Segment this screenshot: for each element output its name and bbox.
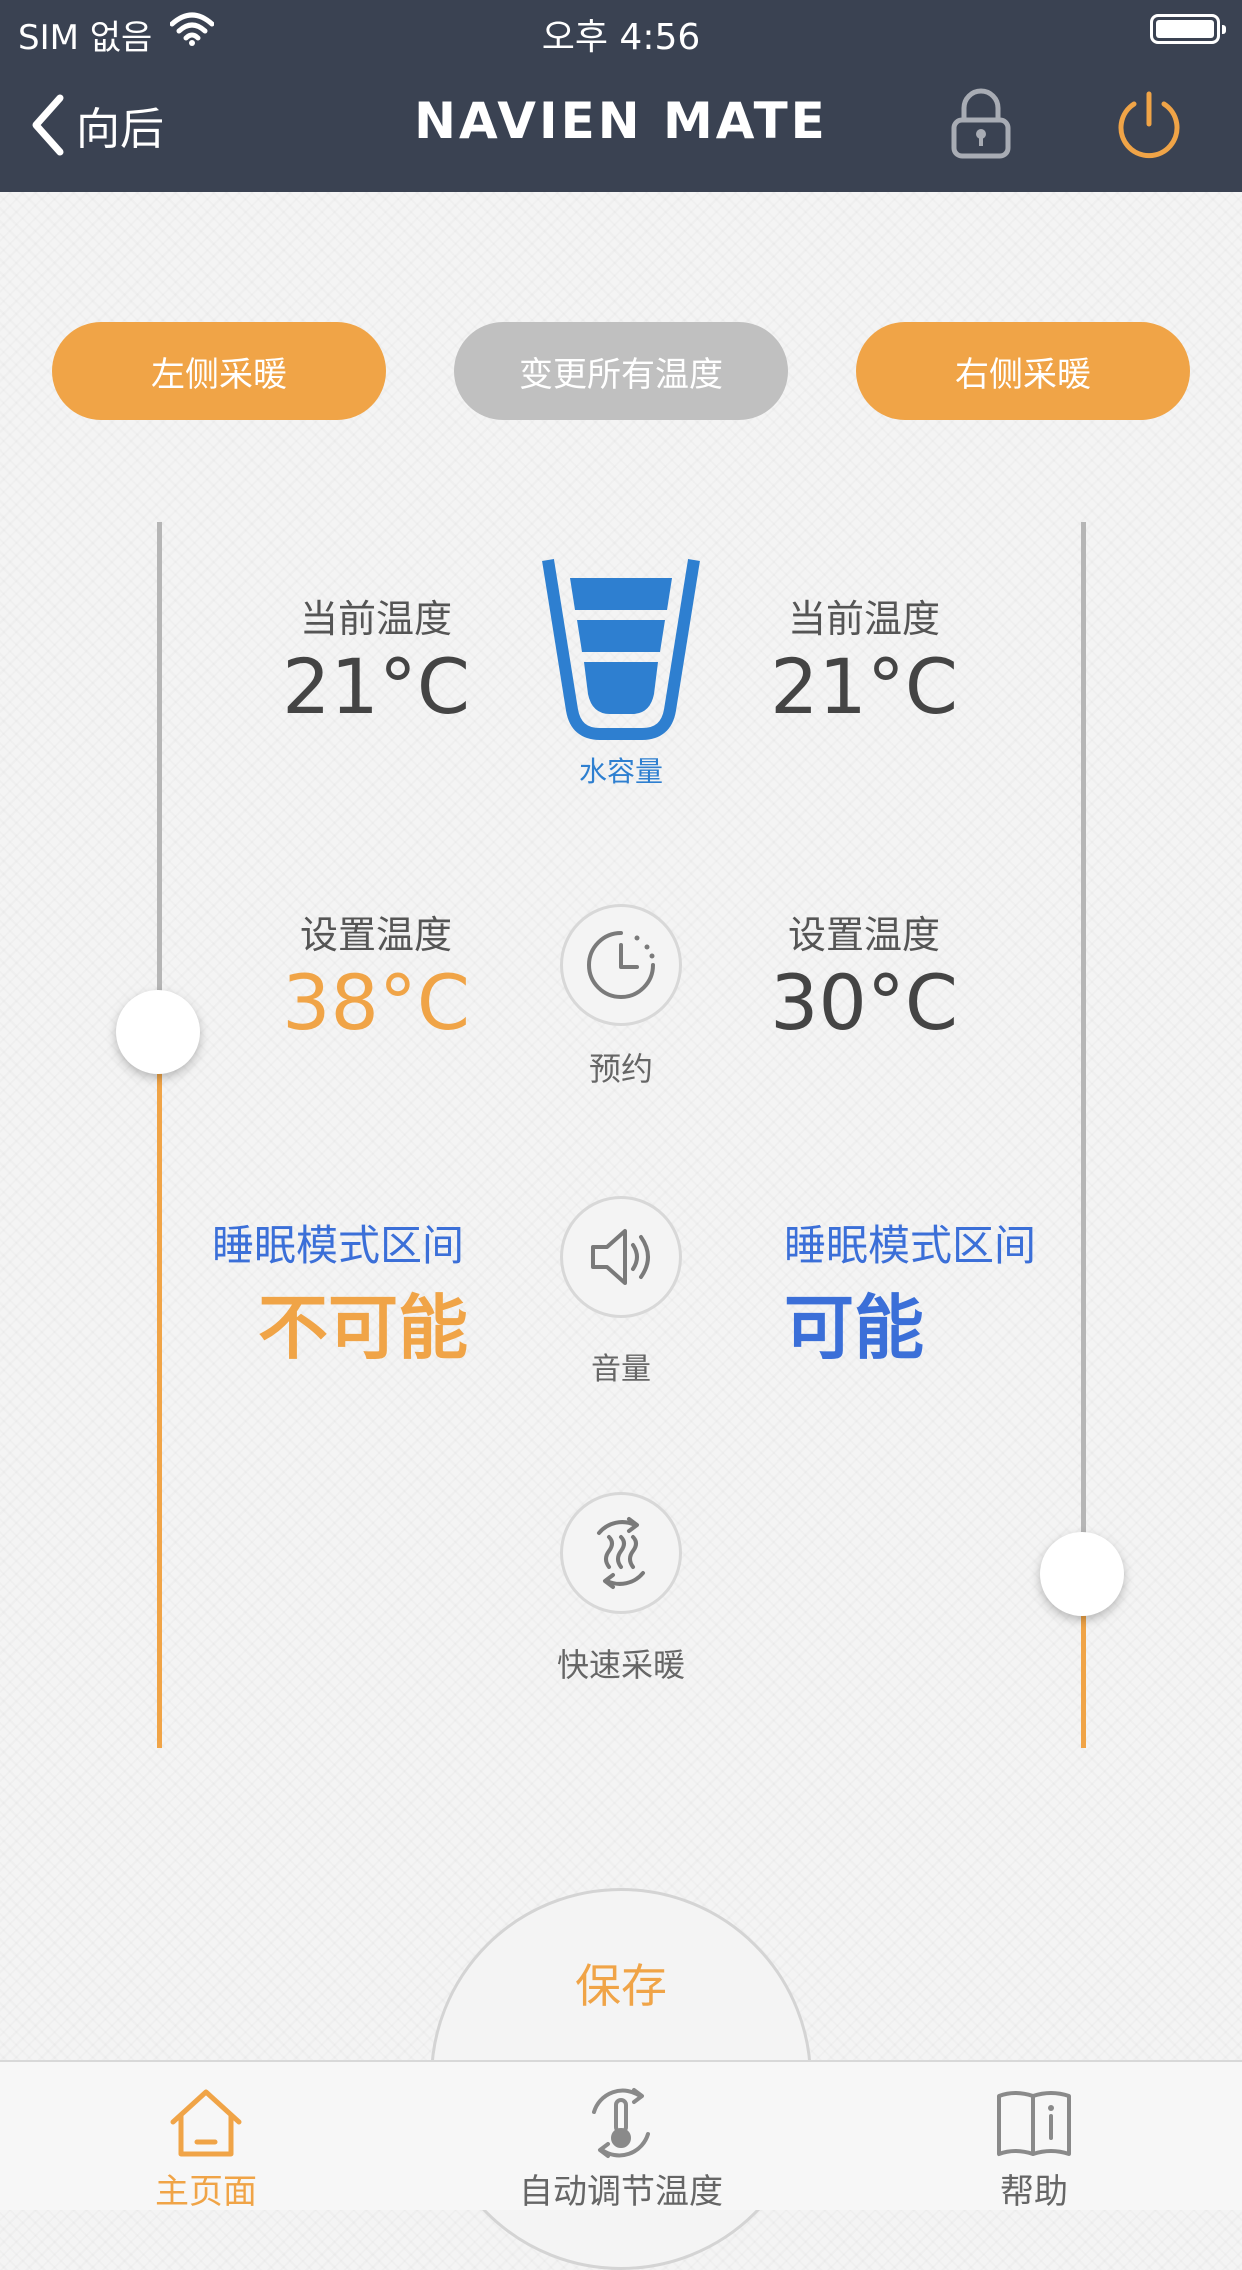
right-sleep-mode-label: 睡眠模式区间 [784, 1221, 1037, 1270]
left-slider-track-lower[interactable] [157, 1034, 162, 1748]
tab-help[interactable]: 帮助 [934, 2062, 1134, 2212]
left-sleep-mode-value: 不可能 [258, 1287, 468, 1369]
tab-bar: 主页面 自动调节温度 帮助 [0, 2060, 1242, 2212]
right-set-temp: 30°C [770, 958, 958, 1047]
tab-auto-temperature-label: 自动调节温度 [519, 2172, 723, 2212]
speaker-icon [591, 1229, 650, 1285]
water-capacity-label: 水容量 [578, 755, 663, 788]
schedule-button[interactable] [560, 904, 682, 1026]
right-heating-button[interactable]: 右侧采暖 [856, 322, 1190, 420]
change-all-temp-button[interactable]: 变更所有温度 [454, 322, 788, 420]
tab-auto-temperature[interactable]: 自动调节温度 [471, 2062, 771, 2212]
help-book-icon [995, 2086, 1073, 2160]
left-slider-thumb[interactable] [116, 990, 200, 1074]
status-time: 오후 4:56 [541, 17, 701, 58]
battery-icon [1150, 14, 1226, 44]
navien-mate-logo: NAVIEN MATE [414, 92, 828, 150]
right-sleep-mode-value: 可能 [784, 1287, 924, 1369]
left-set-temp-label: 设置温度 [299, 913, 452, 957]
left-current-temp: 21°C [282, 642, 470, 731]
left-current-temp-label: 当前温度 [299, 597, 452, 641]
tab-home[interactable]: 主页面 [106, 2062, 306, 2212]
thermometer-icon [582, 2086, 660, 2160]
lock-icon [951, 88, 1011, 159]
right-set-temp-label: 设置温度 [787, 913, 940, 957]
right-current-temp: 21°C [770, 642, 958, 731]
clock-icon [587, 931, 655, 999]
left-heating-button[interactable]: 左侧采暖 [52, 322, 386, 420]
quick-heating-button[interactable] [560, 1492, 682, 1614]
home-icon [167, 2086, 245, 2160]
quick-heat-icon [597, 1517, 645, 1589]
volume-button[interactable] [560, 1196, 682, 1318]
save-label: 保存 [575, 1959, 667, 2013]
power-button[interactable] [1114, 90, 1184, 160]
schedule-label: 预约 [588, 1050, 653, 1088]
left-slider-track-upper[interactable] [157, 522, 162, 1034]
right-current-temp-label: 当前温度 [787, 597, 940, 641]
volume-label: 音量 [591, 1352, 651, 1387]
left-set-temp: 38°C [282, 958, 470, 1047]
right-slider-track-upper[interactable] [1081, 522, 1086, 1574]
top-bar: SIM 없음 오후 4:56 向后 NAVIEN MATE [0, 0, 1242, 192]
left-sleep-mode-label: 睡眠模式区间 [212, 1221, 465, 1270]
water-cup-icon [542, 559, 700, 740]
lock-button[interactable] [948, 88, 1014, 160]
tab-help-label: 帮助 [1000, 2172, 1068, 2212]
water-capacity-button[interactable] [540, 554, 702, 744]
power-icon [1118, 91, 1180, 159]
quick-heating-label: 快速采暖 [556, 1646, 685, 1684]
right-slider-thumb[interactable] [1040, 1532, 1124, 1616]
tab-home-label: 主页面 [155, 2172, 257, 2212]
